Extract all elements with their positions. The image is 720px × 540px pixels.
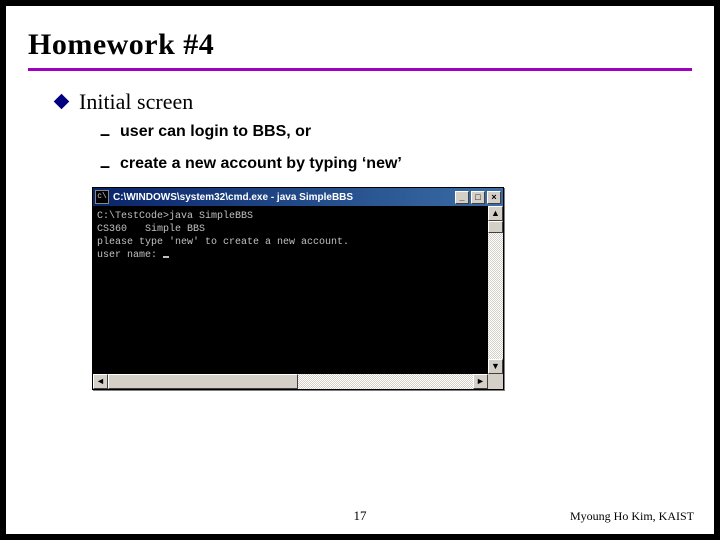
console-line: please type 'new' to create a new accoun… bbox=[97, 237, 349, 248]
console-window: c\ C:\WINDOWS\system32\cmd.exe - java Si… bbox=[92, 187, 504, 390]
scroll-down-button[interactable]: ▼ bbox=[488, 359, 503, 374]
close-button[interactable]: × bbox=[487, 191, 501, 204]
horizontal-scroll-thumb[interactable] bbox=[108, 374, 298, 389]
vertical-scroll-thumb[interactable] bbox=[488, 221, 503, 233]
bullet-item: Initial screen bbox=[56, 89, 692, 115]
title-underline bbox=[28, 68, 692, 71]
window-title: C:\WINDOWS\system32\cmd.exe - java Simpl… bbox=[113, 192, 453, 203]
sub-bullet-text: user can login to BBS, or bbox=[120, 123, 311, 141]
slide: Homework #4 Initial screen – user can lo… bbox=[6, 6, 714, 534]
console-output: C:\TestCode>java SimpleBBS CS360 Simple … bbox=[93, 206, 488, 374]
vertical-scrollbar[interactable]: ▲ ▼ bbox=[488, 206, 503, 374]
dash-icon: – bbox=[100, 155, 110, 177]
scroll-up-button[interactable]: ▲ bbox=[488, 206, 503, 221]
console-left-pane: C:\TestCode>java SimpleBBS CS360 Simple … bbox=[93, 206, 488, 374]
text-cursor bbox=[163, 256, 169, 258]
scrollbar-corner bbox=[488, 374, 503, 389]
bullet-text: Initial screen bbox=[79, 89, 193, 115]
horizontal-scroll-track[interactable] bbox=[108, 374, 473, 389]
minimize-button[interactable]: _ bbox=[455, 191, 469, 204]
sub-bullet-text: create a new account by typing ‘new’ bbox=[120, 155, 402, 173]
maximize-button[interactable]: □ bbox=[471, 191, 485, 204]
horizontal-scrollbar[interactable]: ◄ ► bbox=[93, 374, 503, 389]
sub-bullet-item: – create a new account by typing ‘new’ bbox=[100, 155, 692, 177]
dash-icon: – bbox=[100, 123, 110, 145]
slide-title: Homework #4 bbox=[28, 28, 692, 62]
footer-author: Myoung Ho Kim, KAIST bbox=[570, 509, 694, 524]
console-line: user name: bbox=[97, 250, 163, 261]
scroll-right-button[interactable]: ► bbox=[473, 374, 488, 389]
window-titlebar: c\ C:\WINDOWS\system32\cmd.exe - java Si… bbox=[93, 188, 503, 206]
scroll-left-button[interactable]: ◄ bbox=[93, 374, 108, 389]
console-line: C:\TestCode>java SimpleBBS bbox=[97, 211, 253, 222]
console-line: CS360 Simple BBS bbox=[97, 224, 205, 235]
cmd-icon: c\ bbox=[95, 190, 109, 204]
diamond-bullet-icon bbox=[54, 94, 70, 110]
sub-bullet-item: – user can login to BBS, or bbox=[100, 123, 692, 145]
console-client-area: C:\TestCode>java SimpleBBS CS360 Simple … bbox=[93, 206, 503, 374]
vertical-scroll-track[interactable] bbox=[488, 221, 503, 359]
